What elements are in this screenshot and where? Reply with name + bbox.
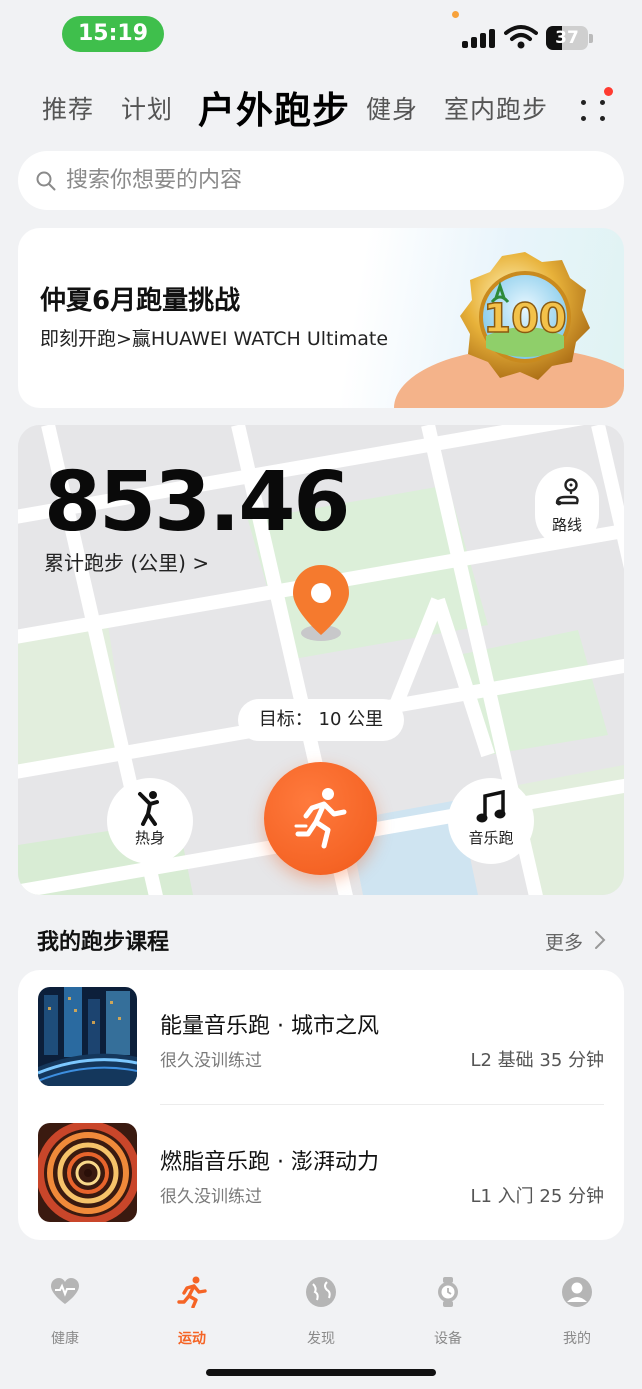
course-status: 很久没训练过	[160, 1051, 262, 1071]
course-item[interactable]: 能量音乐跑 · 城市之风 很久没训练过 L2 基础 35 分钟	[18, 970, 624, 1105]
banner-subtitle: 即刻开跑>赢HUAWEI WATCH Ultimate	[40, 328, 389, 350]
nav-profile[interactable]: 我的	[537, 1272, 617, 1347]
banner-title: 仲夏6月跑量挑战	[40, 286, 241, 316]
location-pin-icon	[293, 565, 349, 641]
globe-icon	[306, 1277, 336, 1307]
medal-icon: 100	[460, 252, 590, 380]
profile-icon	[562, 1277, 592, 1307]
course-meta: L1 入门 25 分钟	[470, 1186, 604, 1207]
bottom-navigation: 健康 运动 发现 设备 我的	[0, 1262, 642, 1352]
course-list: 能量音乐跑 · 城市之风 很久没训练过 L2 基础 35 分钟 燃脂音乐跑 · …	[18, 970, 624, 1240]
heart-icon	[51, 1278, 79, 1304]
course-status: 很久没训练过	[160, 1187, 262, 1207]
status-time: 15:19	[62, 16, 164, 52]
tab-indoor-running[interactable]: 室内跑步	[444, 90, 548, 126]
nav-exercise[interactable]: 运动	[152, 1272, 232, 1347]
challenge-banner[interactable]: 仲夏6月跑量挑战 即刻开跑>赢HUAWEI WATCH Ultimate 100	[18, 228, 624, 408]
goal-selector[interactable]: 目标： 10 公里	[238, 699, 404, 741]
route-label: 路线	[551, 516, 582, 534]
battery-icon: 37	[546, 26, 588, 50]
tab-outdoor-running[interactable]: 户外跑步	[198, 80, 350, 134]
search-input[interactable]	[66, 151, 606, 210]
course-thumbnail-city	[38, 987, 137, 1086]
nav-label: 我的	[563, 1331, 591, 1347]
warmup-button[interactable]: 热身	[107, 778, 193, 864]
music-run-button[interactable]: 音乐跑	[448, 778, 534, 864]
home-indicator[interactable]	[206, 1369, 436, 1376]
medal-text: 100	[483, 296, 567, 342]
course-title: 能量音乐跑 · 城市之风	[160, 1014, 379, 1039]
battery-level: 37	[555, 28, 579, 48]
divider	[160, 1104, 604, 1105]
chevron-right-icon[interactable]	[594, 930, 606, 950]
stretch-icon	[138, 791, 159, 826]
nav-label: 发现	[307, 1331, 335, 1347]
route-icon	[555, 478, 579, 506]
battery-tip	[589, 34, 593, 43]
category-tabs: 推荐 计划 户外跑步 健身 室内跑步	[0, 78, 642, 134]
tab-recommend[interactable]: 推荐	[42, 90, 94, 126]
route-button[interactable]: 路线	[535, 467, 599, 547]
nav-health[interactable]: 健康	[25, 1272, 105, 1347]
nav-label: 运动	[178, 1331, 206, 1347]
total-distance-value: 853.46	[44, 455, 350, 550]
nav-discover[interactable]: 发现	[281, 1272, 361, 1347]
total-distance-label[interactable]: 累计跑步 (公里) >	[44, 547, 209, 576]
warmup-label: 热身	[134, 829, 165, 847]
privacy-indicator-dot	[452, 11, 459, 18]
nav-label: 设备	[434, 1331, 462, 1347]
music-note-icon	[476, 790, 506, 823]
courses-more-link[interactable]: 更多	[545, 928, 583, 955]
running-map-card: 853.46 累计跑步 (公里) > 路线 目标： 10 公里 热身 音乐跑	[18, 425, 624, 895]
course-meta: L2 基础 35 分钟	[470, 1050, 604, 1071]
course-item[interactable]: 燃脂音乐跑 · 澎湃动力 很久没训练过 L1 入门 25 分钟	[18, 1106, 624, 1240]
runner-icon	[294, 788, 347, 849]
wifi-icon	[504, 25, 538, 49]
search-icon	[36, 171, 56, 191]
tab-plan[interactable]: 计划	[121, 90, 173, 126]
courses-section-title: 我的跑步课程	[37, 930, 170, 955]
watch-icon	[438, 1277, 458, 1307]
course-thumbnail-vortex	[38, 1123, 137, 1222]
nav-label: 健康	[51, 1331, 79, 1347]
music-run-label: 音乐跑	[468, 829, 514, 847]
nav-devices[interactable]: 设备	[408, 1272, 488, 1347]
search-bar[interactable]	[18, 151, 624, 210]
notification-badge	[604, 87, 613, 96]
course-title: 燃脂音乐跑 · 澎湃动力	[160, 1150, 379, 1175]
tab-fitness[interactable]: 健身	[366, 90, 418, 126]
runner-icon	[177, 1276, 207, 1308]
start-run-button[interactable]	[264, 762, 377, 875]
cellular-signal-icon	[462, 28, 496, 48]
status-bar: 15:19 37	[0, 0, 642, 64]
